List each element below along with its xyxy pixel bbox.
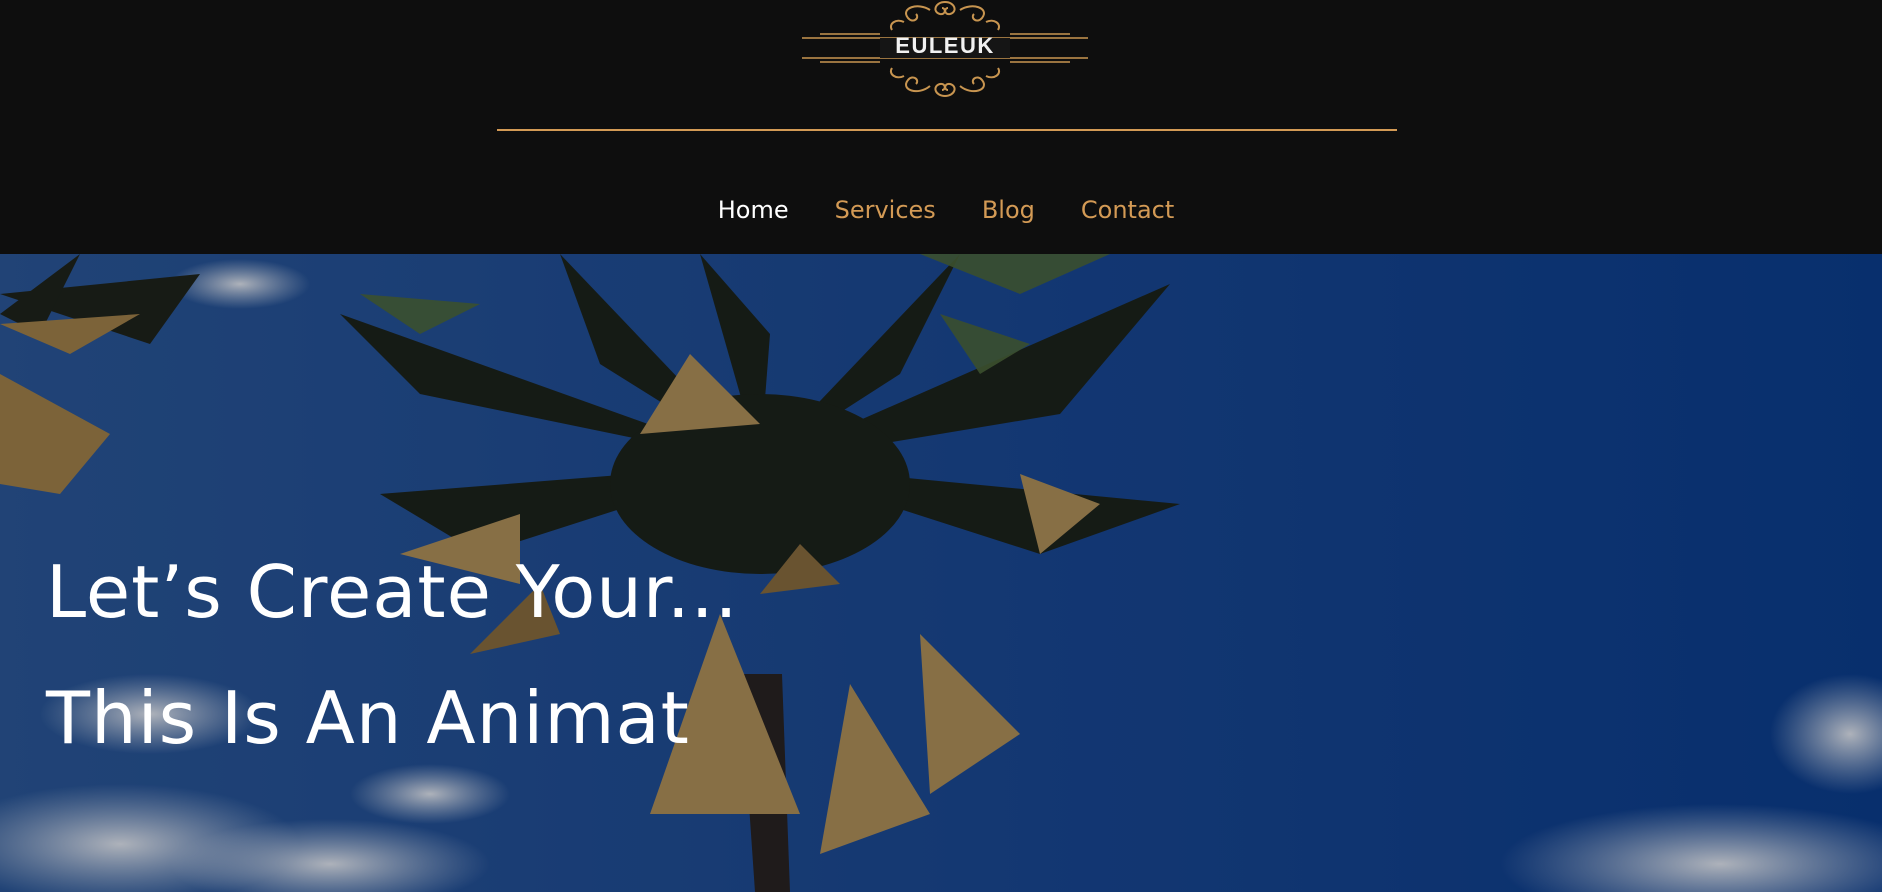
- nav-blog-link[interactable]: Blog: [982, 190, 1035, 230]
- site-header: EULEUK Home Services Blog Contact: [0, 0, 1882, 254]
- nav-contact-link[interactable]: Contact: [1081, 190, 1174, 230]
- main-nav: Home Services Blog Contact: [0, 190, 1882, 230]
- nav-home-link[interactable]: Home: [718, 190, 789, 230]
- hero-section: Let’s Create Your... This Is An Animat: [0, 254, 1882, 892]
- header-divider: [497, 129, 1397, 131]
- logo-wordmark: EULEUK: [895, 33, 995, 58]
- nav-services-link[interactable]: Services: [835, 190, 936, 230]
- hero-animated-text: This Is An Animat: [46, 676, 690, 760]
- hero-headline: Let’s Create Your...: [46, 550, 739, 634]
- site-logo[interactable]: EULEUK: [800, 0, 1090, 100]
